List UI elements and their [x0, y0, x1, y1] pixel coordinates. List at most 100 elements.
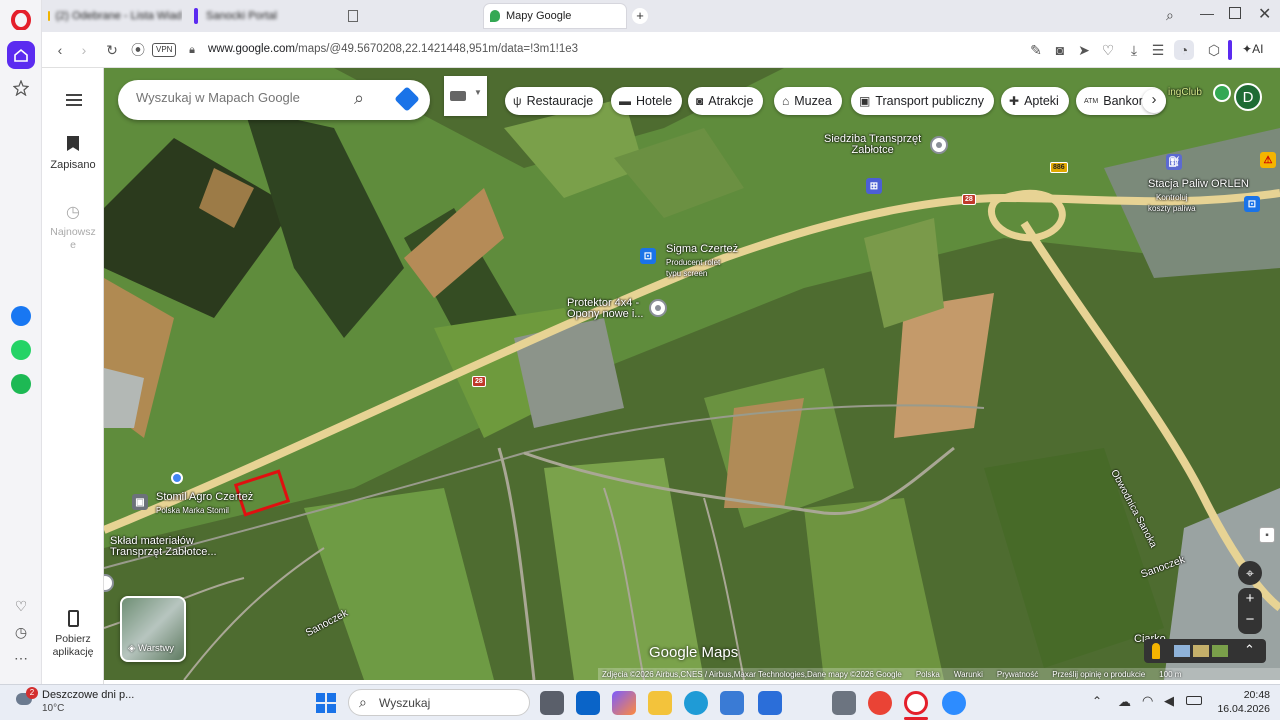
copilot-icon[interactable] — [612, 691, 636, 715]
zoom-out-button[interactable]: − — [1238, 610, 1262, 632]
store-icon[interactable]: ▣ — [132, 494, 148, 510]
maximize-button[interactable] — [1229, 7, 1241, 19]
country-link[interactable]: Polska — [916, 670, 940, 679]
get-app-button[interactable]: Pobierz aplikację — [42, 610, 104, 659]
saved-button[interactable]: Zapisano — [42, 136, 104, 171]
minimize-button[interactable]: — — [1200, 5, 1214, 21]
imagery-strip[interactable]: ⌃ — [1144, 639, 1266, 663]
heart-icon[interactable]: ♡ — [7, 592, 35, 620]
place-orlen[interactable]: Stacja Paliw ORLEN — [1148, 179, 1249, 190]
home-icon[interactable] — [7, 41, 35, 69]
pinboard-icon[interactable] — [7, 74, 35, 102]
back-icon[interactable]: ‹ — [50, 40, 70, 60]
forward-icon[interactable]: › — [74, 40, 94, 60]
heart-outline-icon[interactable]: ♡ — [1098, 40, 1118, 60]
menu-icon[interactable] — [66, 94, 82, 106]
chip-pharmacies[interactable]: ✚ Apteki — [1001, 87, 1069, 115]
taskbar-search[interactable]: ⌕ Wyszukaj — [348, 689, 530, 716]
close-button[interactable]: ✕ — [1258, 4, 1271, 24]
download-icon[interactable]: ⤓ — [1124, 40, 1144, 60]
scale-label[interactable]: 100 m — [1159, 670, 1181, 679]
box-icon[interactable]: ⬡ — [1204, 40, 1224, 60]
satellite-map[interactable]: Siedziba Transprzęt Zabłotce ⊞ ⛽︎ Stacja… — [104, 68, 1280, 680]
ai-button[interactable]: ✦AI — [1242, 42, 1263, 56]
my-location-button[interactable]: ⌖ — [1238, 561, 1262, 585]
feedback-link[interactable]: Prześlij opinię o produkcie — [1052, 670, 1145, 679]
shop-icon[interactable]: ⊡ — [640, 248, 656, 264]
tab-maps[interactable]: Mapy Google — [484, 4, 626, 28]
privacy-link[interactable]: Prywatność — [997, 670, 1038, 679]
messenger-icon[interactable] — [7, 302, 35, 330]
app-icon[interactable] — [758, 691, 782, 715]
chip-attractions[interactable]: ◙ Atrakcje — [688, 87, 764, 115]
reload-icon[interactable]: ↻ — [102, 40, 122, 60]
lock-place-icon[interactable]: ⊡ — [1244, 196, 1260, 212]
search-icon[interactable]: ⌕ — [354, 88, 364, 109]
more-icon[interactable]: ⋯ — [7, 644, 35, 672]
keyboard-button[interactable]: ▼ — [444, 76, 487, 116]
calculator-icon[interactable] — [832, 691, 856, 715]
place-sklad[interactable]: Skład materiałów Transprzęt Zabłotce... — [110, 536, 217, 558]
recent-button[interactable]: ◷ Najnowsze — [42, 202, 104, 252]
directions-icon[interactable] — [394, 86, 420, 112]
chip-restaurants[interactable]: ψ Restauracje — [505, 87, 604, 115]
chip-hotels[interactable]: ▬ Hotele — [611, 87, 683, 115]
edit-icon[interactable]: ✎ — [1026, 40, 1046, 60]
user-avatar[interactable]: D — [1234, 83, 1262, 111]
imagery-thumb[interactable] — [1193, 645, 1209, 657]
chip-museums[interactable]: ⌂ Muzea — [774, 87, 842, 115]
new-tab-button[interactable]: + — [632, 8, 648, 24]
opera-taskbar-icon[interactable] — [904, 691, 928, 715]
imagery-thumb[interactable] — [1212, 645, 1228, 657]
chips-next-button[interactable]: › — [1142, 89, 1166, 113]
fuel-icon[interactable]: ⛽︎ — [1166, 154, 1182, 170]
search-input[interactable] — [136, 90, 346, 105]
zoom-in-button[interactable]: + — [1238, 588, 1262, 610]
profile-icon[interactable]: ◔ — [1174, 40, 1194, 60]
windows-start-icon[interactable] — [316, 693, 336, 713]
tab-search-icon[interactable]: ⌕ — [1166, 7, 1174, 24]
clock[interactable]: 20:48 16.04.2026 — [1212, 688, 1270, 716]
pegman-icon[interactable] — [1152, 643, 1160, 659]
camera-icon[interactable]: ◙ — [1050, 40, 1070, 60]
network-icon[interactable]: ☁︎ — [1118, 694, 1131, 710]
chevron-up-icon[interactable]: ⌃ — [1092, 694, 1102, 708]
place-protektor[interactable]: Protektor 4x4 - Opony nowe i... — [567, 298, 643, 320]
outlook-icon[interactable] — [576, 691, 600, 715]
edge-icon[interactable] — [684, 691, 708, 715]
easy-setup-icon[interactable]: ☰ — [1148, 40, 1168, 60]
place-stomil[interactable]: Stomil Agro Czerteż — [156, 492, 253, 503]
tab-document[interactable] — [342, 4, 482, 28]
terms-link[interactable]: Warunki — [954, 670, 983, 679]
tire-shop-pin[interactable] — [649, 299, 667, 317]
place-sigma[interactable]: Sigma Czerteż — [666, 244, 738, 255]
file-explorer-icon[interactable] — [648, 691, 672, 715]
place-pin[interactable] — [930, 136, 948, 154]
url-field[interactable]: www.google.com/maps/@49.5670208,22.14214… — [208, 43, 578, 55]
whatsapp-icon[interactable] — [7, 336, 35, 364]
chrome-icon[interactable] — [868, 691, 892, 715]
location-icon[interactable]: ⦿ — [128, 40, 148, 60]
chip-transit[interactable]: ▣ Transport publiczny — [851, 87, 994, 115]
imagery-thumb[interactable] — [1174, 645, 1190, 657]
search-box[interactable]: ⌕ — [118, 80, 430, 120]
send-icon[interactable]: ➤ — [1074, 40, 1094, 60]
history-icon[interactable]: ◷ — [7, 618, 35, 646]
opera-logo-icon[interactable] — [7, 6, 35, 34]
zoom-app-icon[interactable] — [942, 691, 966, 715]
vpn-badge[interactable]: VPN — [152, 43, 177, 57]
bowling-pin[interactable] — [1213, 84, 1231, 102]
tab-news[interactable]: Sanocki Portal — [188, 4, 338, 28]
place-bowling[interactable]: ingClub — [1168, 87, 1202, 98]
task-view-icon[interactable] — [540, 691, 564, 715]
store-pin[interactable]: ▪ — [1259, 527, 1275, 543]
weather-widget[interactable]: 2 Deszczowe dni p... 10°C — [14, 687, 164, 719]
spotify-icon[interactable] — [7, 370, 35, 398]
tab-mail[interactable]: (2) Odebrane - Lista Wiad — [42, 4, 182, 28]
layers-button[interactable]: ◈ Warstwy — [120, 596, 186, 662]
wifi-icon[interactable]: ◠ — [1142, 693, 1153, 709]
chevron-up-icon[interactable]: ⌃ — [1244, 642, 1255, 658]
volume-icon[interactable]: ◀︎ — [1164, 693, 1174, 709]
bus-stop-icon[interactable]: ⊞ — [866, 178, 882, 194]
place-siedziba[interactable]: Siedziba Transprzęt Zabłotce — [824, 134, 921, 156]
